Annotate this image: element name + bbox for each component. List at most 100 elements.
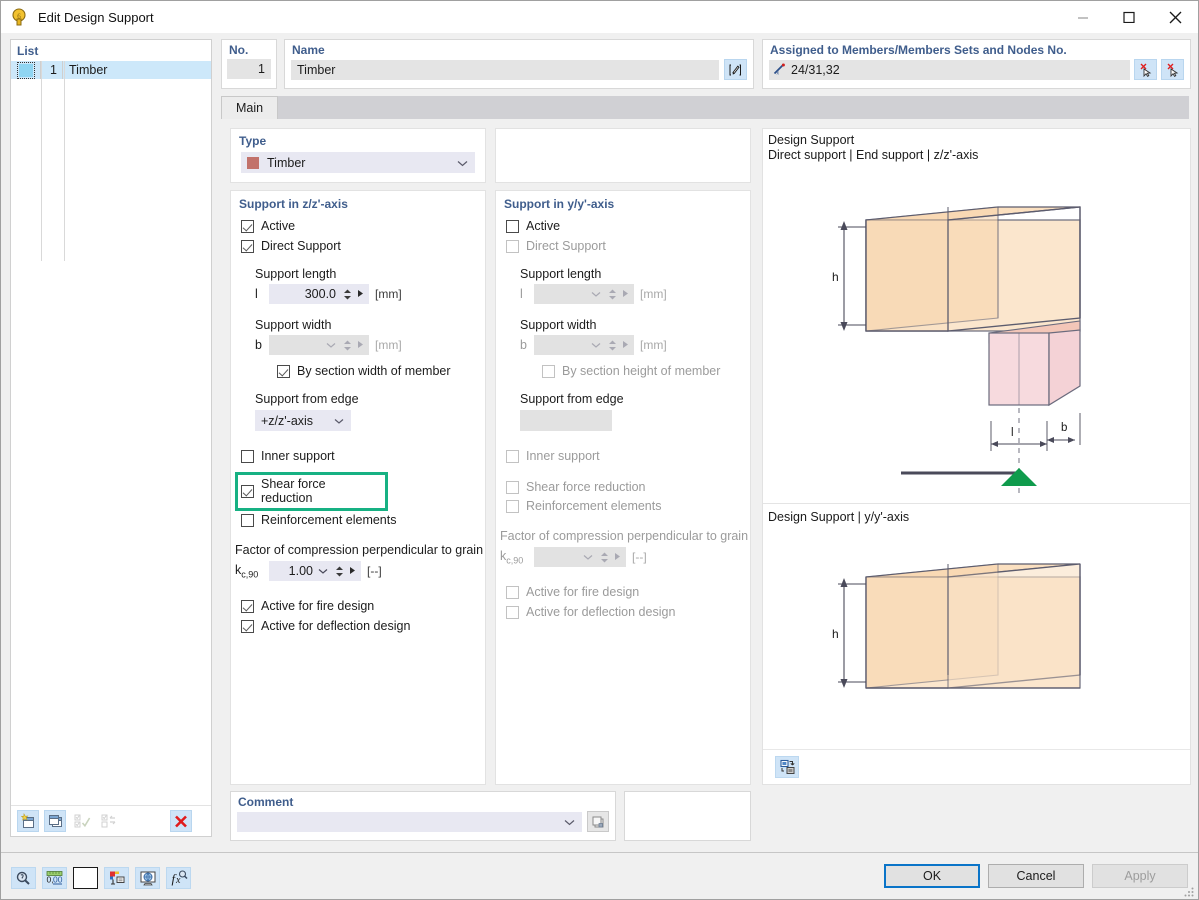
support-z-deflection-checkbox[interactable]	[241, 619, 254, 633]
export-image-button[interactable]	[775, 756, 799, 778]
support-y-fire-checkbox	[506, 585, 519, 599]
minimize-button[interactable]	[1060, 1, 1106, 33]
support-z-fire-row[interactable]: Active for fire design	[231, 581, 485, 613]
pick-members-button[interactable]	[1134, 59, 1157, 80]
support-z-kc90-input[interactable]: 1.00	[269, 561, 361, 581]
support-z-panel: Support in z/z'-axis Active Direct Suppo…	[230, 190, 486, 785]
list-header: List	[17, 44, 39, 58]
spinner-arrows-icon[interactable]	[341, 288, 354, 301]
spinner-arrows-icon[interactable]	[333, 565, 346, 578]
support-z-from-edge-select[interactable]: +z/z'-axis	[255, 410, 351, 431]
support-z-by-section-width-label: By section width of member	[297, 364, 451, 378]
support-y-kc90-label: Factor of compression perpendicular to g…	[500, 529, 749, 543]
chevron-down-icon	[583, 550, 593, 564]
support-z-from-edge-value: +z/z'-axis	[261, 413, 314, 428]
list-item-color-cell	[11, 61, 41, 79]
list-panel: List 1 Timber	[10, 39, 212, 837]
support-z-shear-reduction-checkbox[interactable]	[241, 484, 254, 498]
support-z-direct-row[interactable]: Direct Support	[231, 233, 485, 253]
support-z-inner-checkbox[interactable]	[241, 449, 254, 463]
support-z-title: Support in z/z'-axis	[239, 197, 348, 211]
support-y-fire-label: Active for fire design	[526, 585, 640, 599]
list-column-divider-2	[64, 61, 65, 261]
support-z-width-label: Support width	[255, 318, 332, 332]
title-bar: 6 Edit Design Support	[1, 1, 1198, 33]
resize-grip[interactable]	[1184, 886, 1194, 897]
support-z-inner-row[interactable]: Inner support	[231, 431, 485, 463]
support-z-active-row[interactable]: Active	[231, 217, 485, 233]
support-y-active-row[interactable]: Active	[496, 217, 750, 233]
support-y-from-edge-select	[520, 410, 612, 431]
new-item-button[interactable]	[17, 810, 39, 832]
spinner-arrows-icon	[606, 339, 619, 352]
support-z-reinforcement-label: Reinforcement elements	[261, 513, 397, 527]
support-y-from-edge-label: Support from edge	[520, 392, 624, 406]
pick-nodes-button[interactable]	[1161, 59, 1184, 80]
support-z-kc90-expand-icon[interactable]	[349, 564, 356, 578]
support-y-length-expand-icon	[622, 287, 629, 301]
support-z-length-symbol: l	[255, 287, 258, 301]
support-z-deflection-row[interactable]: Active for deflection design	[231, 613, 485, 633]
support-z-reinforcement-row[interactable]: Reinforcement elements	[231, 508, 485, 527]
type-label: Type	[239, 134, 267, 148]
type-select[interactable]: Timber	[241, 152, 475, 173]
preview-top-title-line2: Direct support | End support | z/z'-axis	[768, 148, 979, 162]
assigned-input[interactable]: x 24/31,32	[769, 59, 1130, 80]
support-z-by-section-width-row[interactable]: By section width of member	[231, 355, 485, 378]
support-z-direct-checkbox[interactable]	[241, 239, 254, 253]
support-y-length-unit: [mm]	[640, 287, 667, 301]
support-y-shear-reduction-label: Shear force reduction	[526, 480, 646, 494]
visibility-button[interactable]	[135, 867, 160, 889]
copy-item-button[interactable]	[44, 810, 66, 832]
select-all-button	[71, 810, 93, 832]
support-y-by-section-height-label: By section height of member	[562, 364, 721, 378]
support-z-length-input[interactable]: 300.0	[269, 284, 369, 304]
close-button[interactable]	[1152, 1, 1198, 33]
support-y-active-label: Active	[526, 219, 561, 233]
tab-main[interactable]: Main	[221, 96, 279, 119]
chevron-down-icon	[591, 287, 601, 301]
chevron-down-icon[interactable]	[318, 564, 328, 578]
support-z-active-checkbox[interactable]	[241, 219, 254, 233]
support-y-deflection-label: Active for deflection design	[526, 605, 676, 619]
comment-input[interactable]	[237, 811, 582, 832]
color-button[interactable]	[73, 867, 98, 889]
graphic-settings-button[interactable]	[104, 867, 129, 889]
support-z-kc90-unit: [--]	[367, 564, 382, 578]
comment-label: Comment	[238, 795, 294, 809]
support-z-by-section-width-checkbox[interactable]	[277, 364, 290, 378]
bottom-left-toolbar: 0, 00 f x	[11, 867, 191, 889]
name-input[interactable]: Timber	[291, 59, 719, 80]
spinner-arrows-icon	[341, 339, 354, 352]
support-z-inner-label: Inner support	[261, 449, 335, 463]
name-edit-button[interactable]	[724, 59, 747, 80]
type-value: Timber	[267, 155, 306, 170]
support-z-length-expand-icon[interactable]	[357, 287, 364, 301]
decimal-places-button[interactable]: 0, 00	[42, 867, 67, 889]
chevron-down-icon	[457, 156, 468, 170]
formula-button[interactable]: f x	[166, 867, 191, 889]
toolbar-gap	[125, 810, 165, 832]
chevron-down-icon	[591, 338, 601, 352]
comment-copy-button[interactable]	[587, 811, 609, 832]
support-z-fire-checkbox[interactable]	[241, 599, 254, 613]
support-y-shear-reduction-checkbox	[506, 480, 519, 494]
app-icon: 6	[10, 7, 30, 27]
assigned-group: Assigned to Members/Members Sets and Nod…	[762, 39, 1191, 89]
units-magnifier-button[interactable]	[11, 867, 36, 889]
support-y-inner-checkbox	[506, 449, 519, 463]
list-item-number: 1	[41, 61, 63, 79]
support-y-kc90-input	[534, 547, 626, 567]
ok-button[interactable]: OK	[884, 864, 980, 888]
chevron-down-icon	[334, 414, 344, 428]
support-y-width-label: Support width	[520, 318, 597, 332]
maximize-button[interactable]	[1106, 1, 1152, 33]
support-z-reinforcement-checkbox[interactable]	[241, 513, 254, 527]
cancel-button[interactable]: Cancel	[988, 864, 1084, 888]
comment-section: Comment	[230, 791, 616, 841]
support-y-active-checkbox[interactable]	[506, 219, 519, 233]
support-y-reinforcement-label: Reinforcement elements	[526, 499, 662, 513]
chevron-down-icon[interactable]	[564, 815, 575, 829]
support-z-shear-reduction-row[interactable]: Shear force reduction	[235, 472, 388, 511]
delete-item-button[interactable]	[170, 810, 192, 832]
